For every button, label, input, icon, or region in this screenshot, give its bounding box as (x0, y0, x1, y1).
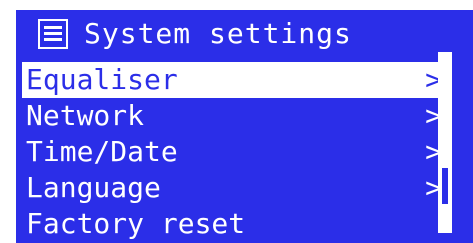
page-title: System settings (84, 17, 352, 50)
menu-item-label: Equaliser (26, 63, 178, 96)
scrollbar[interactable] (438, 52, 452, 233)
menu-list-icon-line (44, 26, 62, 29)
menu-item-equaliser[interactable]: Equaliser > (22, 62, 446, 98)
settings-panel: System settings Equaliser > Network > Ti… (16, 10, 473, 243)
menu-item-language[interactable]: Language > (22, 170, 446, 206)
menu-item-label: Language (26, 171, 161, 204)
settings-menu-list: Equaliser > Network > Time/Date > Langua… (22, 62, 446, 243)
menu-item-label: Network (26, 99, 145, 132)
scrollbar-thumb[interactable] (442, 168, 448, 204)
menu-item-label: Time/Date (26, 135, 178, 168)
menu-item-label: Factory reset (26, 207, 246, 240)
header-bar: System settings (16, 10, 473, 58)
menu-list-icon (38, 19, 68, 49)
radio-display: System settings Equaliser > Network > Ti… (0, 0, 473, 243)
menu-item-factory-reset[interactable]: Factory reset (22, 206, 446, 242)
menu-item-network[interactable]: Network > (22, 98, 446, 134)
menu-list-icon-line (44, 32, 62, 35)
menu-item-time-date[interactable]: Time/Date > (22, 134, 446, 170)
menu-list-icon-line (44, 38, 62, 41)
